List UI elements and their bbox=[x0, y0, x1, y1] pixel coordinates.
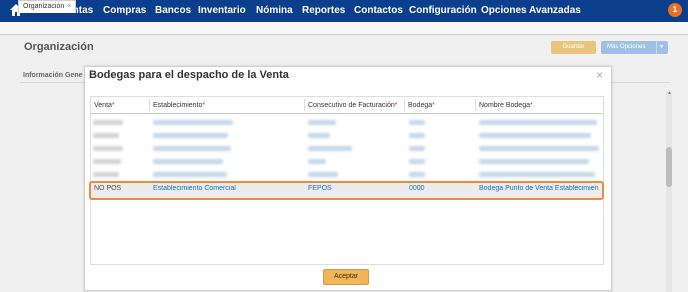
nav-contactos[interactable]: Contactos bbox=[354, 0, 403, 22]
column-divider bbox=[475, 99, 476, 111]
nav-bancos[interactable]: Bancos bbox=[155, 0, 191, 22]
more-options-label: Más Opciones bbox=[607, 44, 646, 50]
column-label: Consecutivo de Facturación bbox=[308, 102, 395, 109]
column-label: Establecimiento bbox=[153, 102, 203, 109]
required-marker: * bbox=[202, 102, 206, 109]
column-divider bbox=[304, 99, 305, 111]
cell-bodega[interactable]: 0000 bbox=[409, 185, 474, 192]
cell-consecutivo[interactable]: FEPOS bbox=[308, 185, 403, 192]
required-marker: * bbox=[394, 102, 398, 109]
column-divider bbox=[404, 99, 405, 111]
tab-organizacion[interactable]: Organización × bbox=[18, 0, 77, 13]
nav-nomina[interactable]: Nómina bbox=[256, 0, 293, 22]
cell-venta: NO POS bbox=[94, 185, 122, 192]
column-divider bbox=[149, 99, 150, 111]
header-divider bbox=[90, 113, 602, 114]
column-label: Nombre Bodega bbox=[479, 102, 530, 109]
close-icon[interactable]: × bbox=[596, 69, 603, 81]
cell-nombre-bodega[interactable]: Bodega Punto de Venta Establecimien... bbox=[479, 185, 599, 192]
accept-button[interactable]: Aceptar bbox=[323, 269, 369, 285]
tab-label: Organización bbox=[23, 3, 65, 10]
modal-title: Bodegas para el despacho de la Venta bbox=[89, 69, 289, 81]
column-header-consecutivo[interactable]: Consecutivo de Facturación* bbox=[308, 102, 398, 109]
nav-configuracion[interactable]: Configuración bbox=[409, 0, 477, 22]
scroll-up-icon[interactable]: ▲ bbox=[667, 90, 672, 96]
tab-informacion-general[interactable]: Información Gene bbox=[23, 72, 83, 79]
required-marker: * bbox=[111, 102, 115, 109]
tab-strip bbox=[0, 22, 688, 35]
save-button[interactable]: Guardar bbox=[551, 41, 596, 54]
more-options-button[interactable]: Más Opciones ▾ bbox=[601, 41, 668, 54]
close-icon[interactable]: × bbox=[67, 3, 71, 10]
required-marker: * bbox=[529, 102, 533, 109]
nav-compras[interactable]: Compras bbox=[103, 0, 146, 22]
nav-reportes[interactable]: Reportes bbox=[302, 0, 345, 22]
column-header-nombre-bodega[interactable]: Nombre Bodega* bbox=[479, 102, 533, 109]
cell-establecimiento[interactable]: Establecimiento Comercial bbox=[153, 185, 303, 192]
column-header-establecimiento[interactable]: Establecimiento* bbox=[153, 102, 205, 109]
notification-badge[interactable]: 1 bbox=[668, 3, 682, 17]
nav-inventario[interactable]: Inventario bbox=[198, 0, 246, 22]
column-header-bodega[interactable]: Bodega* bbox=[408, 102, 435, 109]
column-label: Venta bbox=[94, 102, 112, 109]
nav-opciones-avanzadas[interactable]: Opciones Avanzadas bbox=[481, 0, 581, 22]
column-label: Bodega bbox=[408, 102, 433, 109]
scrollbar-thumb[interactable] bbox=[666, 147, 672, 187]
required-marker: * bbox=[432, 102, 435, 109]
chevron-down-icon: ▾ bbox=[656, 41, 666, 54]
column-header-venta[interactable]: Venta* bbox=[94, 102, 115, 109]
scrollbar-track[interactable] bbox=[666, 92, 672, 292]
page-title: Organización bbox=[24, 41, 94, 53]
